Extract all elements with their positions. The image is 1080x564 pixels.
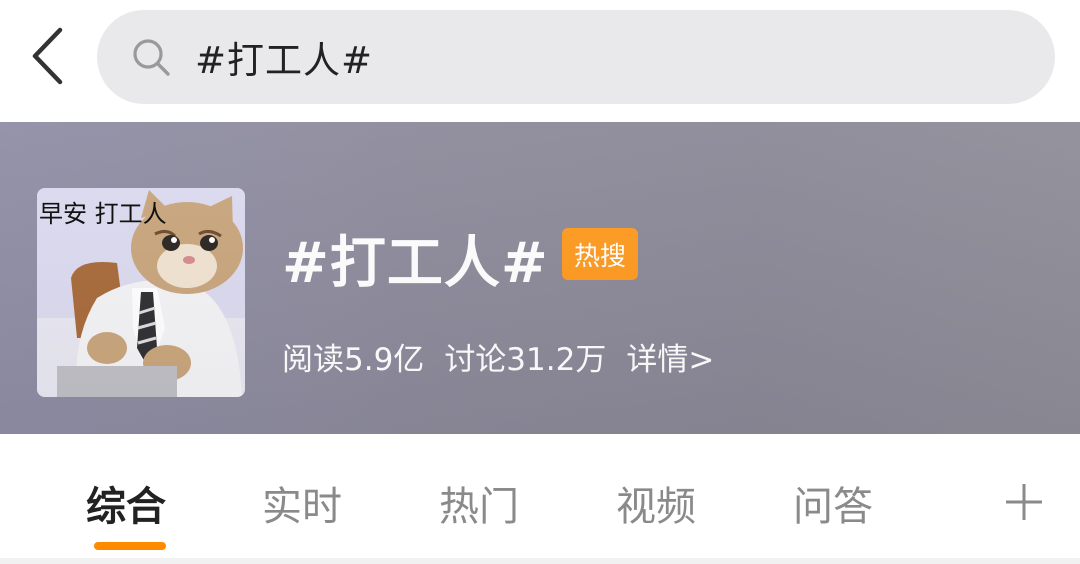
search-icon — [131, 37, 171, 77]
topic-cover-image[interactable]: 早安 打工人 — [37, 188, 245, 397]
plus-icon — [1006, 484, 1042, 520]
tab-realtime[interactable]: 实时 — [262, 474, 342, 532]
search-input[interactable]: #打工人# — [97, 10, 1055, 104]
search-query-text[interactable]: #打工人# — [195, 30, 373, 84]
discussion-count: 讨论31.2万 — [444, 342, 607, 378]
details-link[interactable]: 详情> — [626, 334, 714, 379]
topic-header-banner: 早安 打工人 #打工人# 热搜 阅读5.9亿 讨论31.2万 详情> — [0, 122, 1080, 434]
tab-comprehensive[interactable]: 综合 — [86, 474, 166, 532]
tab-video[interactable]: 视频 — [616, 474, 696, 532]
active-tab-indicator — [94, 542, 166, 550]
tab-bar: 综合 实时 热门 视频 问答 — [0, 434, 1080, 564]
tab-hot[interactable]: 热门 — [439, 474, 519, 532]
top-bar: #打工人# — [0, 0, 1080, 122]
cover-caption: 早安 打工人 — [39, 200, 167, 228]
add-tab-button[interactable] — [1002, 480, 1046, 524]
chevron-left-icon — [32, 27, 63, 85]
tab-qa[interactable]: 问答 — [793, 474, 873, 532]
hot-search-badge: 热搜 — [562, 228, 638, 280]
divider — [0, 558, 1080, 564]
topic-title: #打工人# — [282, 231, 549, 296]
read-count: 阅读5.9亿 — [282, 342, 425, 378]
back-button[interactable] — [22, 24, 72, 88]
topic-stats: 阅读5.9亿 讨论31.2万 详情> — [282, 334, 714, 379]
